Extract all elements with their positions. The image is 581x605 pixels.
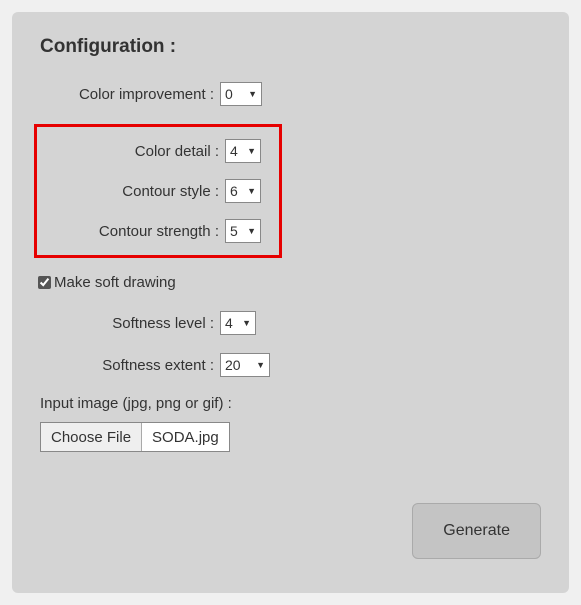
select-color-improvement[interactable]: 0 ▼ [220, 82, 262, 106]
select-value: 5 [230, 223, 247, 239]
highlight-box: Color detail : 4 ▼ Contour style : 6 ▼ C… [34, 124, 282, 258]
row-softness-extent: Softness extent : 20 ▼ [40, 353, 541, 377]
label-color-improvement: Color improvement : [40, 86, 220, 103]
select-contour-style[interactable]: 6 ▼ [225, 179, 261, 203]
chevron-down-icon: ▼ [256, 361, 265, 370]
label-softness-extent: Softness extent : [40, 357, 220, 374]
row-contour-style: Contour style : 6 ▼ [45, 179, 271, 203]
select-value: 4 [230, 143, 247, 159]
configuration-panel: Configuration : Color improvement : 0 ▼ … [12, 12, 569, 593]
label-color-detail: Color detail : [45, 143, 225, 160]
select-softness-extent[interactable]: 20 ▼ [220, 353, 270, 377]
chevron-down-icon: ▼ [247, 147, 256, 156]
row-color-improvement: Color improvement : 0 ▼ [40, 82, 541, 106]
label-contour-strength: Contour strength : [45, 223, 225, 240]
chevron-down-icon: ▼ [247, 227, 256, 236]
label-contour-style: Contour style : [45, 183, 225, 200]
row-softness-level: Softness level : 4 ▼ [40, 311, 541, 335]
label-softness-level: Softness level : [40, 315, 220, 332]
row-color-detail: Color detail : 4 ▼ [45, 139, 271, 163]
chevron-down-icon: ▼ [242, 319, 251, 328]
select-value: 6 [230, 183, 247, 199]
select-color-detail[interactable]: 4 ▼ [225, 139, 261, 163]
file-chooser[interactable]: Choose File SODA.jpg [40, 422, 230, 452]
label-input-image: Input image (jpg, png or gif) : [40, 395, 541, 412]
select-value: 4 [225, 315, 242, 331]
generate-button[interactable]: Generate [412, 503, 541, 559]
row-soft-drawing: Make soft drawing [38, 274, 541, 291]
chevron-down-icon: ▼ [248, 90, 257, 99]
choose-file-button[interactable]: Choose File [41, 423, 142, 451]
select-value: 0 [225, 86, 248, 102]
chosen-filename: SODA.jpg [142, 423, 229, 451]
label-soft-drawing: Make soft drawing [54, 274, 176, 291]
select-softness-level[interactable]: 4 ▼ [220, 311, 256, 335]
checkbox-soft-drawing[interactable] [38, 276, 51, 289]
panel-title: Configuration : [40, 36, 541, 58]
select-contour-strength[interactable]: 5 ▼ [225, 219, 261, 243]
select-value: 20 [225, 357, 256, 373]
row-contour-strength: Contour strength : 5 ▼ [45, 219, 271, 243]
chevron-down-icon: ▼ [247, 187, 256, 196]
